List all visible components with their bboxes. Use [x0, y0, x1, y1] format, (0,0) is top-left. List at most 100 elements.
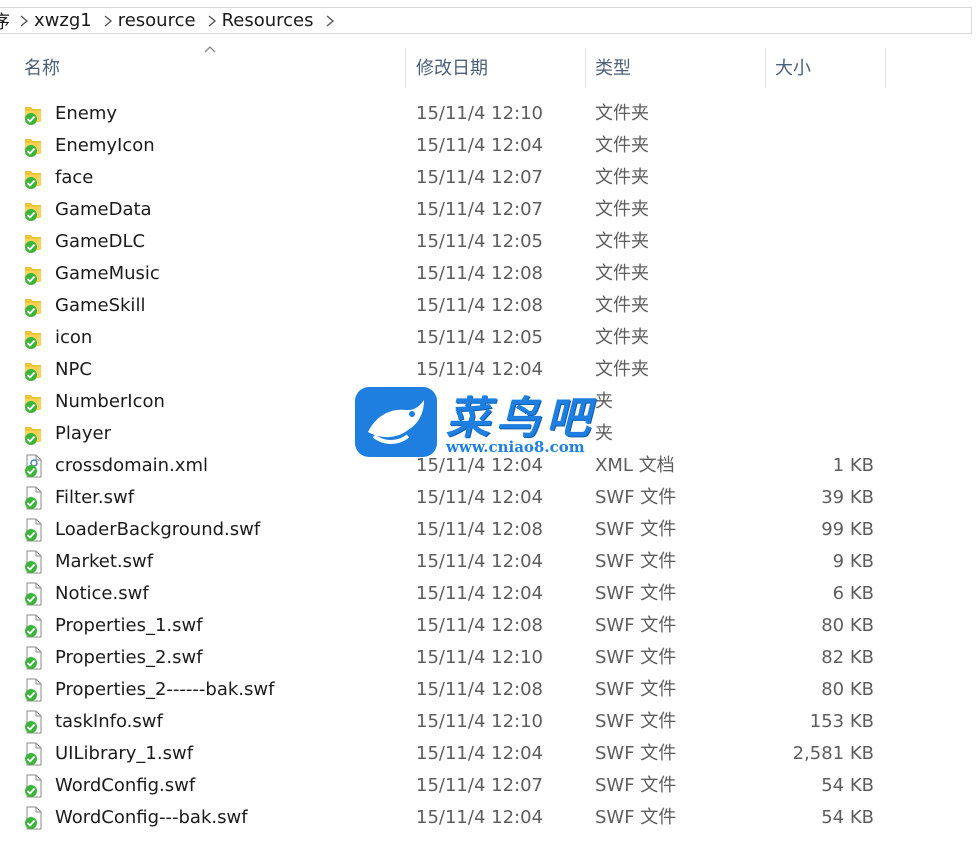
file-row[interactable]: Filter.swf 15/11/4 12:04 SWF 文件 39 KB — [0, 482, 978, 514]
file-type: 文件夹 — [595, 103, 649, 124]
file-name: GameData — [55, 199, 152, 220]
file-size — [766, 322, 874, 354]
folder-icon — [22, 230, 44, 254]
file-type: SWF 文件 — [595, 615, 677, 636]
file-row[interactable]: icon 15/11/4 12:05 文件夹 — [0, 322, 978, 354]
file-row[interactable]: Enemy 15/11/4 12:10 文件夹 — [0, 98, 978, 130]
folder-icon — [22, 294, 44, 318]
folder-icon — [22, 326, 44, 350]
file-type: 文件夹 — [595, 327, 649, 348]
column-header-date[interactable]: 修改日期 — [406, 48, 586, 90]
chevron-right-icon[interactable] — [202, 14, 222, 27]
file-row[interactable]: face 15/11/4 12:07 文件夹 — [0, 162, 978, 194]
file-type: 文件夹 — [595, 135, 649, 156]
file-type: SWF 文件 — [595, 647, 677, 668]
swf-file-icon — [22, 582, 44, 606]
watermark: 菜鸟吧 www.cniao8.com — [354, 386, 640, 460]
column-header-type-label: 类型 — [595, 58, 631, 79]
file-size: 80 KB — [821, 679, 874, 700]
file-row[interactable]: Notice.swf 15/11/4 12:04 SWF 文件 6 KB — [0, 578, 978, 610]
folder-icon — [22, 198, 44, 222]
folder-icon — [22, 262, 44, 286]
column-header-type[interactable]: 类型 — [586, 48, 766, 90]
file-type: SWF 文件 — [595, 711, 677, 732]
file-modified-date: 15/11/4 12:05 — [416, 327, 543, 348]
file-name: crossdomain.xml — [55, 455, 208, 476]
file-row[interactable]: Properties_2------bak.swf 15/11/4 12:08 SW… — [0, 674, 978, 706]
file-size: 99 KB — [821, 519, 874, 540]
column-header-date-label: 修改日期 — [416, 58, 488, 79]
xml-file-icon — [22, 454, 44, 478]
file-size: 1 KB — [832, 455, 874, 476]
folder-icon — [22, 390, 44, 414]
file-size — [766, 418, 874, 450]
file-type: SWF 文件 — [595, 775, 677, 796]
file-row[interactable]: Properties_2.swf 15/11/4 12:10 SWF 文件 82 KB — [0, 642, 978, 674]
file-name: Enemy — [55, 103, 118, 124]
file-modified-date: 15/11/4 12:08 — [416, 263, 543, 284]
breadcrumb-item-resources[interactable]: Resources — [222, 10, 320, 31]
file-type: SWF 文件 — [595, 487, 677, 508]
column-header-row: 名称 修改日期 类型 大小 — [0, 46, 978, 90]
swf-file-icon — [22, 550, 44, 574]
chevron-right-icon[interactable] — [98, 14, 118, 27]
column-header-name[interactable]: 名称 — [0, 46, 406, 90]
file-type: 文件夹 — [595, 167, 649, 188]
file-modified-date: 15/11/4 12:07 — [416, 775, 543, 796]
column-divider[interactable] — [885, 48, 886, 88]
file-size — [766, 194, 874, 226]
file-row[interactable]: LoaderBackground.swf 15/11/4 12:08 SWF 文件 9… — [0, 514, 978, 546]
folder-icon — [22, 358, 44, 382]
breadcrumb-item-xwzg1[interactable]: xwzg1 — [34, 10, 98, 31]
file-modified-date: 15/11/4 12:10 — [416, 647, 543, 668]
file-size: 82 KB — [821, 647, 874, 668]
column-header-size-label: 大小 — [775, 58, 811, 79]
swf-file-icon — [22, 774, 44, 798]
column-header-size[interactable]: 大小 — [766, 48, 886, 90]
file-row[interactable]: Market.swf 15/11/4 12:04 SWF 文件 9 KB — [0, 546, 978, 578]
file-name: Notice.swf — [55, 583, 149, 604]
file-size: 80 KB — [821, 615, 874, 636]
swf-file-icon — [22, 678, 44, 702]
breadcrumb-item-parent[interactable]: 序 — [0, 8, 14, 34]
file-name: WordConfig.swf — [55, 775, 196, 796]
file-row[interactable]: GameDLC 15/11/4 12:05 文件夹 — [0, 226, 978, 258]
chevron-right-icon[interactable] — [14, 14, 34, 27]
file-size — [766, 162, 874, 194]
breadcrumb: 序 xwzg1 resource Resources — [0, 7, 972, 34]
breadcrumb-item-resource[interactable]: resource — [118, 10, 202, 31]
file-row[interactable]: GameMusic 15/11/4 12:08 文件夹 — [0, 258, 978, 290]
file-size: 9 KB — [832, 551, 874, 572]
file-row[interactable]: GameSkill 15/11/4 12:08 文件夹 — [0, 290, 978, 322]
file-name: taskInfo.swf — [55, 711, 163, 732]
file-modified-date: 15/11/4 12:04 — [416, 743, 543, 764]
swf-file-icon — [22, 486, 44, 510]
file-modified-date: 15/11/4 12:04 — [416, 583, 543, 604]
file-modified-date: 15/11/4 12:05 — [416, 231, 543, 252]
file-modified-date: 15/11/4 12:04 — [416, 487, 543, 508]
file-row[interactable]: taskInfo.swf 15/11/4 12:10 SWF 文件 153 KB — [0, 706, 978, 738]
file-name: UILibrary_1.swf — [55, 743, 194, 764]
file-row[interactable]: UILibrary_1.swf 15/11/4 12:04 SWF 文件 2,581 … — [0, 738, 978, 770]
file-size: 54 KB — [821, 775, 874, 796]
file-name: NPC — [55, 359, 92, 380]
file-name: Properties_1.swf — [55, 615, 203, 636]
file-row[interactable]: WordConfig---bak.swf 15/11/4 12:04 SWF 文件 5… — [0, 802, 978, 834]
column-header-name-label: 名称 — [24, 58, 60, 79]
file-name: GameDLC — [55, 231, 146, 252]
folder-icon — [22, 422, 44, 446]
file-name: Properties_2.swf — [55, 647, 203, 668]
file-modified-date: 15/11/4 12:10 — [416, 711, 543, 732]
file-size — [766, 130, 874, 162]
watermark-title: 菜鸟吧 — [446, 393, 596, 444]
file-modified-date: 15/11/4 12:04 — [416, 807, 543, 828]
file-type: SWF 文件 — [595, 583, 677, 604]
file-name: Player — [55, 423, 112, 444]
file-row[interactable]: WordConfig.swf 15/11/4 12:07 SWF 文件 54 KB — [0, 770, 978, 802]
file-name: Properties_2------bak.swf — [55, 679, 275, 700]
address-bar[interactable]: 序 xwzg1 resource Resources — [0, 0, 978, 40]
chevron-right-icon[interactable] — [320, 14, 340, 27]
file-row[interactable]: EnemyIcon 15/11/4 12:04 文件夹 — [0, 130, 978, 162]
file-row[interactable]: GameData 15/11/4 12:07 文件夹 — [0, 194, 978, 226]
file-row[interactable]: Properties_1.swf 15/11/4 12:08 SWF 文件 80 KB — [0, 610, 978, 642]
